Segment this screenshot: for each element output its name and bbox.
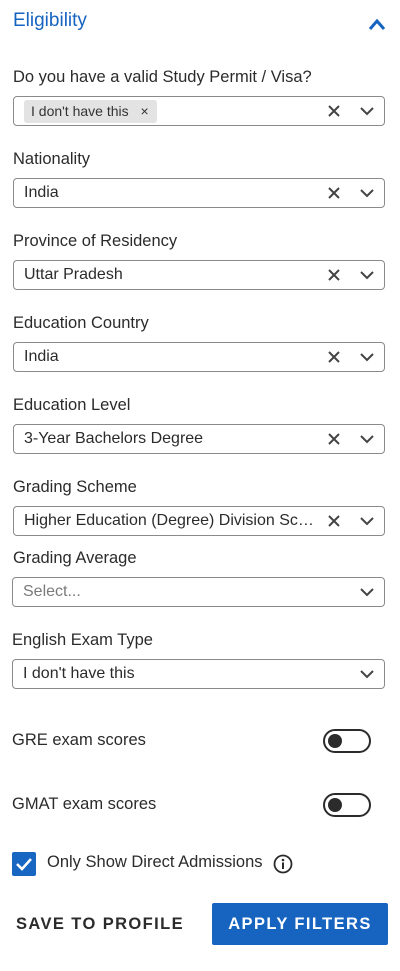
nationality-value: India [24, 184, 59, 201]
province-select[interactable]: Uttar Pradesh [13, 260, 385, 290]
clear-icon[interactable] [328, 105, 340, 117]
section-title: Eligibility [13, 10, 87, 31]
clear-icon[interactable] [328, 433, 340, 445]
education-country-select[interactable]: India [13, 342, 385, 372]
study-permit-label: Do you have a valid Study Permit / Visa? [13, 68, 312, 86]
chevron-down-icon[interactable] [360, 517, 374, 526]
education-country-label: Education Country [13, 314, 149, 332]
education-level-label: Education Level [13, 396, 131, 414]
english-exam-value: I don't have this [23, 665, 135, 682]
chevron-down-icon[interactable] [360, 670, 374, 679]
toggle-knob [328, 734, 342, 748]
clear-icon[interactable] [328, 187, 340, 199]
chip-label: I don't have this [31, 103, 129, 119]
checkmark-icon [16, 858, 32, 871]
apply-filters-button[interactable]: APPLY FILTERS [212, 903, 388, 945]
clear-icon[interactable] [328, 515, 340, 527]
chevron-down-icon[interactable] [360, 107, 374, 116]
chevron-up-icon[interactable] [367, 16, 387, 32]
grading-average-select[interactable]: Select... [12, 577, 385, 607]
clear-icon[interactable] [328, 351, 340, 363]
english-exam-select[interactable]: I don't have this [12, 659, 385, 689]
grading-scheme-label: Grading Scheme [13, 478, 137, 496]
gmat-toggle[interactable] [323, 793, 371, 817]
education-level-select[interactable]: 3-Year Bachelors Degree [13, 424, 385, 454]
grading-average-label: Grading Average [13, 549, 137, 567]
direct-admissions-checkbox[interactable] [12, 852, 36, 876]
direct-admissions-label[interactable]: Only Show Direct Admissions [47, 853, 263, 872]
grading-scheme-value: Higher Education (Degree) Division Scale [24, 512, 314, 529]
gmat-toggle-label: GMAT exam scores [12, 795, 157, 813]
province-label: Province of Residency [13, 232, 178, 250]
toggle-knob [328, 798, 342, 812]
study-permit-select[interactable]: I don't have this × [13, 96, 385, 126]
grading-scheme-select[interactable]: Higher Education (Degree) Division Scale [13, 506, 385, 536]
chevron-down-icon[interactable] [360, 435, 374, 444]
chevron-down-icon[interactable] [360, 588, 374, 597]
english-exam-label: English Exam Type [12, 631, 153, 649]
chevron-down-icon[interactable] [360, 353, 374, 362]
save-to-profile-button[interactable]: SAVE TO PROFILE [12, 903, 188, 945]
nationality-select[interactable]: India [13, 178, 385, 208]
education-level-value: 3-Year Bachelors Degree [24, 430, 204, 447]
chevron-down-icon[interactable] [360, 189, 374, 198]
province-value: Uttar Pradesh [24, 266, 123, 283]
info-icon[interactable] [273, 854, 293, 874]
chevron-down-icon[interactable] [360, 271, 374, 280]
clear-icon[interactable] [328, 269, 340, 281]
education-country-value: India [24, 348, 59, 365]
eligibility-section-header[interactable]: Eligibility [13, 8, 387, 36]
chip-remove-button[interactable]: × [140, 100, 148, 123]
gre-toggle[interactable] [323, 729, 371, 753]
gre-toggle-label: GRE exam scores [12, 731, 146, 749]
grading-average-placeholder: Select... [23, 583, 81, 600]
nationality-label: Nationality [13, 150, 91, 168]
study-permit-chip: I don't have this × [24, 100, 157, 123]
